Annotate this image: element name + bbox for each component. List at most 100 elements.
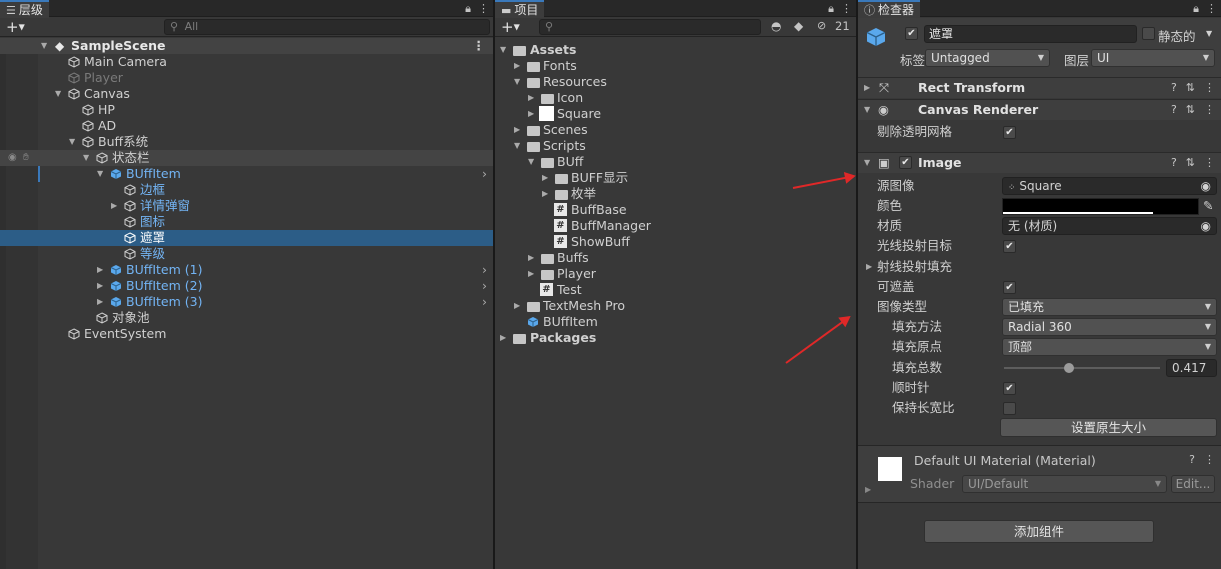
- project-item[interactable]: BUffItem: [495, 314, 856, 330]
- project-item[interactable]: ▶ Fonts: [495, 58, 856, 74]
- tree-item[interactable]: ▼ Buff系统: [0, 134, 493, 150]
- collapse-arrow[interactable]: ▶: [97, 294, 103, 310]
- collapse-arrow[interactable]: ▶: [111, 198, 117, 214]
- source-image-field[interactable]: ⁘ Square ◉: [1002, 177, 1217, 195]
- project-item[interactable]: # ShowBuff: [495, 234, 856, 250]
- collapse-arrow[interactable]: ▶: [865, 485, 871, 494]
- search-by-type-icon[interactable]: ◓: [771, 19, 781, 33]
- tree-item[interactable]: 等级: [0, 246, 493, 262]
- tree-item[interactable]: 对象池: [0, 310, 493, 326]
- canvas-renderer-header[interactable]: ▼ ◉ Canvas Renderer ? ⇅ ⋮: [858, 99, 1221, 120]
- tab-hierarchy[interactable]: ☰ 层级: [0, 0, 49, 18]
- help-icon[interactable]: ?: [1171, 153, 1177, 173]
- chevron-right-icon[interactable]: ›: [482, 294, 487, 310]
- expand-arrow[interactable]: ▼: [97, 166, 103, 182]
- hidden-packages-icon[interactable]: ⊘: [817, 19, 826, 32]
- edit-shader-button[interactable]: Edit...: [1171, 475, 1215, 493]
- chevron-right-icon[interactable]: ›: [482, 262, 487, 278]
- collapse-arrow[interactable]: ▶: [97, 262, 103, 278]
- eyedropper-icon[interactable]: ✎: [1203, 196, 1213, 216]
- collapse-arrow[interactable]: ▶: [866, 257, 872, 277]
- tree-item[interactable]: AD: [0, 118, 493, 134]
- more-menu-icon[interactable]: ⋮: [841, 2, 852, 15]
- project-search-input[interactable]: ⚲: [539, 19, 761, 35]
- fill-origin-dropdown[interactable]: 顶部 ▼: [1002, 338, 1217, 356]
- expand-arrow[interactable]: ▼: [500, 42, 506, 58]
- tree-item-prefab[interactable]: ▶ BUffItem (1) ›: [0, 262, 493, 278]
- project-item[interactable]: # BuffManager: [495, 218, 856, 234]
- tree-item[interactable]: EventSystem: [0, 326, 493, 342]
- expand-arrow[interactable]: ▼: [514, 74, 520, 90]
- static-dropdown-arrow[interactable]: ▼: [1206, 29, 1212, 38]
- tree-item[interactable]: ▶ 详情弹窗: [0, 198, 493, 214]
- raycast-target-checkbox[interactable]: ✔: [1003, 240, 1016, 253]
- tree-item[interactable]: Main Camera: [0, 54, 493, 70]
- maskable-checkbox[interactable]: ✔: [1003, 281, 1016, 294]
- project-item[interactable]: # BuffBase: [495, 202, 856, 218]
- presets-icon[interactable]: ⇅: [1186, 153, 1195, 173]
- expand-arrow[interactable]: ▼: [69, 134, 75, 150]
- project-item[interactable]: ▶ Packages: [495, 330, 856, 346]
- material-field[interactable]: 无 (材质) ◉: [1002, 217, 1217, 235]
- more-menu-icon[interactable]: ⋮: [1204, 153, 1215, 173]
- object-picker-icon[interactable]: ◉: [1201, 178, 1211, 194]
- project-item[interactable]: ▶ 枚举: [495, 186, 856, 202]
- help-icon[interactable]: ?: [1171, 100, 1177, 120]
- add-object-button[interactable]: +▼: [6, 19, 25, 36]
- presets-icon[interactable]: ⇅: [1186, 100, 1195, 120]
- collapse-arrow[interactable]: ▶: [528, 250, 534, 266]
- expand-arrow[interactable]: ▼: [55, 86, 61, 102]
- more-menu-icon[interactable]: ⋮: [1204, 78, 1215, 98]
- collapse-arrow[interactable]: ▶: [528, 106, 534, 122]
- project-item[interactable]: ▼ Resources: [495, 74, 856, 90]
- add-component-button[interactable]: 添加组件: [924, 520, 1154, 543]
- tab-inspector[interactable]: ⓘ 检查器: [858, 0, 921, 18]
- scene-row[interactable]: ▼ ◆ SampleScene ⋮: [0, 38, 493, 54]
- fill-amount-input[interactable]: 0.417: [1166, 359, 1217, 377]
- collapse-arrow[interactable]: ▶: [542, 170, 548, 186]
- collapse-arrow[interactable]: ▶: [514, 122, 520, 138]
- tree-item[interactable]: 图标: [0, 214, 493, 230]
- more-menu-icon[interactable]: ⋮: [473, 38, 486, 54]
- project-item[interactable]: ▶ Icon: [495, 90, 856, 106]
- cull-checkbox[interactable]: ✔: [1003, 126, 1016, 139]
- collapse-arrow[interactable]: ▶: [500, 330, 506, 346]
- tree-item[interactable]: Player: [0, 70, 493, 86]
- object-picker-icon[interactable]: ◉: [1201, 218, 1211, 234]
- expand-arrow[interactable]: ▼: [514, 138, 520, 154]
- image-header[interactable]: ▼ ▣ ✔ Image ? ⇅ ⋮: [858, 152, 1221, 173]
- lock-icon[interactable]: 🔒︎: [1193, 2, 1199, 16]
- lock-icon[interactable]: 🔒︎: [828, 2, 834, 16]
- set-native-size-button[interactable]: 设置原生大小: [1000, 418, 1217, 437]
- project-item[interactable]: ▶ Player: [495, 266, 856, 282]
- collapse-arrow[interactable]: ▶: [514, 298, 520, 314]
- tab-project[interactable]: ▬ 项目: [495, 0, 545, 18]
- label-tag-icon[interactable]: ◆: [794, 19, 803, 33]
- chevron-right-icon[interactable]: ›: [482, 166, 487, 182]
- project-item[interactable]: ▶ Square: [495, 106, 856, 122]
- help-icon[interactable]: ?: [1189, 453, 1195, 466]
- project-item[interactable]: ▼ BUff: [495, 154, 856, 170]
- pickable-hand-icon[interactable]: ✋︎: [23, 150, 29, 166]
- lock-icon[interactable]: 🔒︎: [465, 2, 471, 16]
- tree-item[interactable]: 边框: [0, 182, 493, 198]
- clockwise-checkbox[interactable]: ✔: [1003, 382, 1016, 395]
- shader-dropdown[interactable]: UI/Default ▼: [962, 475, 1167, 493]
- image-enabled-checkbox[interactable]: ✔: [899, 156, 912, 169]
- project-item[interactable]: ▶ TextMesh Pro: [495, 298, 856, 314]
- static-checkbox[interactable]: [1142, 27, 1155, 40]
- collapse-arrow[interactable]: ▶: [97, 278, 103, 294]
- more-menu-icon[interactable]: ⋮: [1204, 100, 1215, 120]
- color-swatch[interactable]: [1002, 198, 1199, 215]
- tree-item[interactable]: ◉ ✋︎ ▼ 状态栏: [0, 150, 493, 166]
- fill-method-dropdown[interactable]: Radial 360 ▼: [1002, 318, 1217, 336]
- collapse-arrow[interactable]: ▼: [864, 100, 870, 120]
- expand-arrow[interactable]: ▼: [83, 150, 89, 166]
- create-asset-button[interactable]: +▼: [501, 19, 520, 36]
- collapse-arrow[interactable]: ▼: [864, 153, 870, 173]
- fill-amount-slider-track[interactable]: [1004, 363, 1160, 373]
- visibility-eye-icon[interactable]: ◉: [8, 150, 17, 166]
- tree-item[interactable]: HP: [0, 102, 493, 118]
- raycast-padding-row[interactable]: ▶ 射线投射填充: [858, 257, 1221, 277]
- expand-arrow[interactable]: ▼: [41, 38, 47, 54]
